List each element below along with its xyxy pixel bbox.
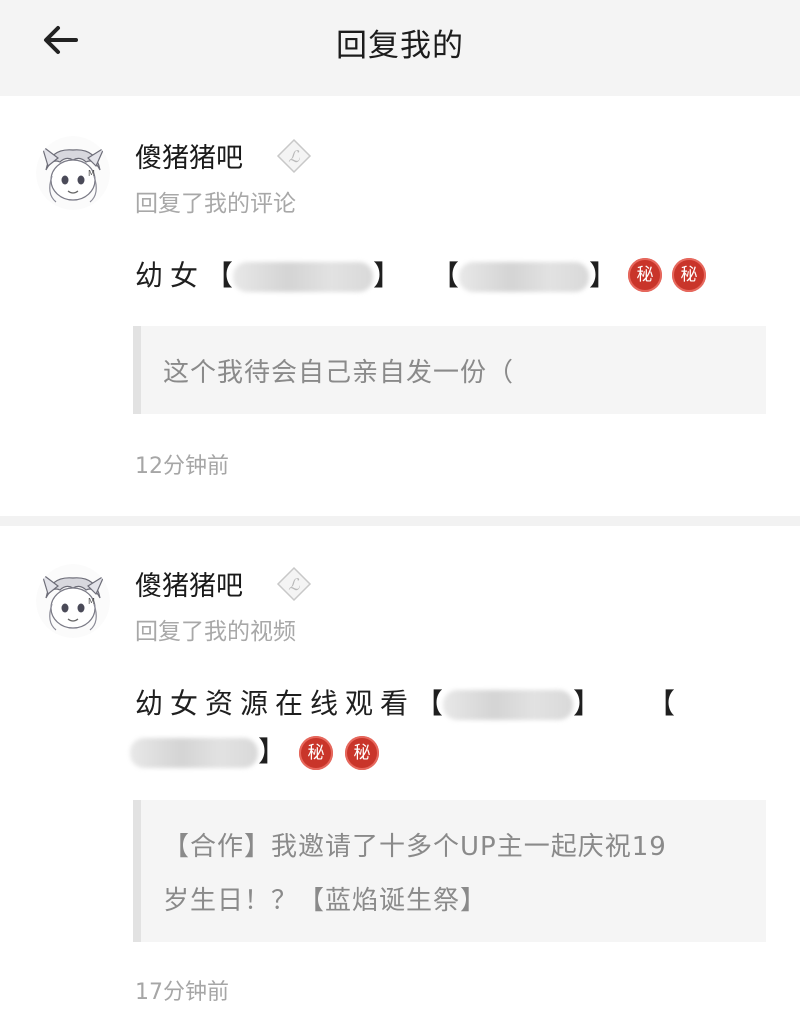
quoted-video[interactable]: 【合作】我邀请了十多个UP主一起庆祝19 岁生日！？【蓝焰诞生祭】 xyxy=(133,800,766,942)
notification-card[interactable]: M 傻猪猪吧 ℒ 回复了我的视频 幼女资源在线观看【】 【 】 秘 秘 【合作】… xyxy=(0,564,800,1032)
secret-badge: 秘 xyxy=(345,736,379,770)
quote-line: 岁生日！？【蓝焰诞生祭】 xyxy=(163,886,488,916)
open-bracket: 【 xyxy=(430,259,459,292)
avatar[interactable]: M xyxy=(36,564,110,638)
blurred-link xyxy=(233,262,374,292)
reply-prefix: 幼女资源在线观看 xyxy=(135,687,416,720)
avatar[interactable]: M xyxy=(36,136,110,210)
quoted-comment[interactable]: 这个我待会自己亲自发一份（ xyxy=(133,326,766,414)
level-badge-icon: ℒ xyxy=(276,138,312,174)
close-bracket: 】 xyxy=(373,259,402,292)
close-bracket: 】 xyxy=(573,687,602,720)
timestamp: 12分钟前 xyxy=(135,454,229,479)
open-bracket: 【 xyxy=(415,687,444,720)
page-title: 回复我的 xyxy=(336,28,464,64)
card-separator xyxy=(0,516,800,526)
blurred-link xyxy=(458,262,589,292)
reply-content-line-2[interactable]: 】 xyxy=(130,730,286,770)
open-bracket: 【 xyxy=(205,259,234,292)
close-bracket: 】 xyxy=(258,735,287,768)
username[interactable]: 傻猪猪吧 xyxy=(135,564,243,603)
level-badge-icon: ℒ xyxy=(276,566,312,602)
blurred-link xyxy=(443,690,574,720)
top-bar: 回复我的 xyxy=(0,0,800,96)
svg-text:ℒ: ℒ xyxy=(288,147,300,166)
close-bracket: 】 xyxy=(588,259,617,292)
secret-badge: 秘 xyxy=(299,736,333,770)
quote-line: 【合作】我邀请了十多个UP主一起庆祝19 xyxy=(163,832,667,862)
reply-content[interactable]: 幼女【】 【】 xyxy=(135,254,617,294)
timestamp: 17分钟前 xyxy=(135,980,229,1005)
svg-text:M: M xyxy=(88,597,95,606)
notification-card[interactable]: M 傻猪猪吧 ℒ 回复了我的评论 幼女【】 【】 秘 秘 这个我待会自己亲自发一… xyxy=(0,136,800,516)
secret-badge: 秘 xyxy=(628,258,662,292)
reply-content[interactable]: 幼女资源在线观看【】 【 xyxy=(135,682,675,722)
quote-line: 这个我待会自己亲自发一份（ xyxy=(163,358,515,388)
username[interactable]: 傻猪猪吧 xyxy=(135,136,243,175)
svg-text:M: M xyxy=(88,169,95,178)
open-bracket: 【 xyxy=(646,687,675,720)
action-text: 回复了我的评论 xyxy=(135,191,296,217)
blurred-link xyxy=(130,738,258,768)
svg-text:ℒ: ℒ xyxy=(288,575,300,594)
action-text: 回复了我的视频 xyxy=(135,619,296,645)
secret-badge: 秘 xyxy=(672,258,706,292)
reply-prefix: 幼女 xyxy=(135,259,206,292)
